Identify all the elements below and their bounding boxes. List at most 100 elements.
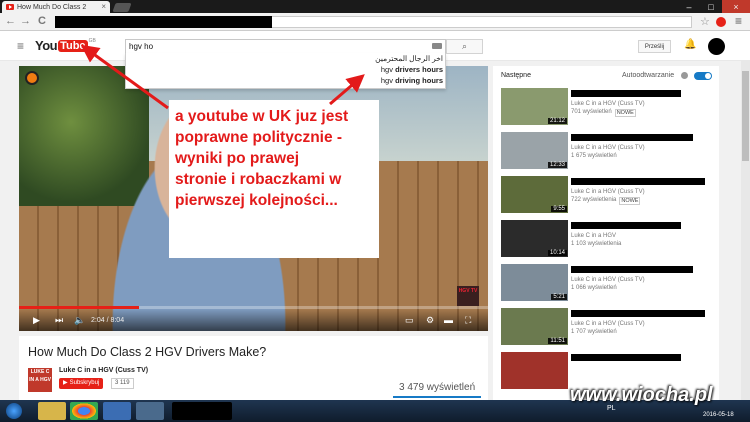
address-bar-redacted[interactable] (55, 16, 272, 28)
redacted-app-icon[interactable] (172, 402, 232, 420)
browser-toolbar: ← → C ☆ ≡ (0, 13, 750, 31)
video-author: Luke C in a HGV (Cuss TV) (571, 321, 645, 327)
video-thumbnail[interactable]: 10:14 (501, 220, 568, 257)
forward-arrow-icon[interactable]: → (20, 15, 31, 27)
logo-tube: Tube (58, 39, 88, 52)
video-meta: 1 707 wyświetleń (571, 329, 617, 335)
related-video-item[interactable]: 12:33 Luke C in a HGV (Cuss TV) 1 675 wyśw… (501, 132, 716, 169)
video-views: 1 066 wyświetleń (571, 285, 617, 291)
channel-name[interactable]: Luke C in a HGV (Cuss TV) (59, 367, 148, 374)
like-ratio-bar (393, 396, 481, 398)
video-thumbnail[interactable]: 21:12 (501, 88, 568, 125)
video-meta: 1 675 wyświetleń (571, 153, 617, 159)
logo-region: GB (88, 37, 96, 44)
related-sidebar: Następne Autoodtwarzanie 21:12 Luke C in … (493, 66, 719, 400)
redacted-title[interactable] (571, 134, 693, 141)
video-thumbnail[interactable]: 11:51 (501, 308, 568, 345)
maximize-icon[interactable]: □ (700, 0, 722, 13)
youtube-logo[interactable]: You Tube GB (35, 37, 96, 54)
annotation-line: poprawne politycznie - (175, 129, 343, 146)
settings-gear-icon[interactable]: ⚙ (426, 315, 434, 326)
autoplay-label: Autoodtwarzanie (622, 72, 675, 79)
start-button-icon[interactable] (6, 403, 22, 419)
next-icon[interactable]: ⏭ (55, 315, 63, 326)
scrollbar-thumb[interactable] (742, 71, 749, 161)
close-window-icon[interactable]: × (722, 0, 750, 13)
autoplay-toggle[interactable] (694, 72, 712, 80)
video-thumbnail[interactable] (501, 352, 568, 389)
subscribe-button[interactable]: ▶ Subskrybuj (59, 378, 104, 389)
play-icon[interactable]: ▶ (33, 315, 40, 326)
volume-icon[interactable]: 🔈 (74, 315, 85, 326)
redacted-title[interactable] (571, 266, 693, 273)
related-video-item[interactable] (501, 352, 716, 389)
screen: How Much Do Class 2 × – □ × ← → C ☆ ≡ ≡ … (0, 0, 750, 422)
redacted-title[interactable] (571, 354, 681, 361)
video-info: How Much Do Class 2 HGV Drivers Make? LU… (19, 336, 488, 400)
redacted-title[interactable] (571, 178, 705, 185)
related-video-item[interactable]: 11:51 Luke C in a HGV (Cuss TV) 1 707 wyśw… (501, 308, 716, 345)
duration-badge: 21:12 (547, 118, 567, 124)
up-next-label: Następne (501, 72, 531, 79)
suggestion-item[interactable]: اخر الرجال المحترمين (126, 53, 445, 64)
redacted-title[interactable] (571, 222, 681, 229)
video-thumbnail[interactable]: 9:55 (501, 176, 568, 213)
info-icon[interactable] (681, 72, 688, 79)
annotation-line: wyniki po prawej (175, 150, 300, 167)
avatar[interactable] (708, 38, 725, 55)
chrome-icon[interactable] (70, 402, 98, 420)
video-meta: 701 wyświetleń NOWE (571, 109, 636, 117)
notifications-bell-icon[interactable]: 🔔 (684, 39, 696, 50)
tab-close-icon[interactable]: × (101, 2, 106, 11)
player-controls: ▶ ⏭ 🔈 2:04 / 8:04 ▭ ⚙ ▬ ⛶ (19, 309, 488, 331)
file-explorer-icon[interactable] (38, 402, 66, 420)
app-icon[interactable] (103, 402, 131, 420)
video-views: 1 103 wyświetlenia (571, 241, 622, 247)
youtube-play-icon: ▶ (63, 380, 68, 386)
suggestion-item[interactable]: hgv driving hours (126, 75, 445, 86)
video-thumbnail[interactable]: 5:21 (501, 264, 568, 301)
duration-badge: 9:55 (551, 206, 567, 212)
logo-you: You (35, 38, 58, 53)
keyboard-icon[interactable] (432, 43, 442, 49)
bookmark-star-icon[interactable]: ☆ (700, 15, 710, 28)
search-icon: ⌕ (461, 41, 468, 51)
search-button[interactable]: ⌕ (446, 39, 483, 54)
browser-menu-icon[interactable]: ≡ (735, 14, 742, 28)
video-author: Luke C in a HGV (Cuss TV) (571, 277, 645, 283)
address-bar[interactable] (272, 16, 692, 28)
related-video-item[interactable]: 21:12 Luke C in a HGV (Cuss TV) 701 wyświe… (501, 88, 716, 125)
annotation-box: a youtube w UK juz jest poprawne politycz… (169, 100, 379, 258)
related-video-item[interactable]: 10:14 Luke C in a HGV 1 103 wyświetlenia (501, 220, 716, 257)
video-thumbnail[interactable]: 12:33 (501, 132, 568, 169)
time-display: 2:04 / 8:04 (91, 317, 125, 324)
subtitles-icon[interactable]: ▭ (405, 315, 414, 326)
chrome-active-icon[interactable] (136, 402, 164, 420)
reload-icon[interactable]: C (38, 15, 46, 27)
redacted-title[interactable] (571, 90, 681, 97)
video-meta: 1 066 wyświetleń (571, 285, 617, 291)
page-scrollbar[interactable] (741, 61, 750, 400)
upload-button[interactable]: Prześlij (638, 40, 671, 53)
search-input[interactable]: hgv ho (125, 39, 446, 54)
fullscreen-icon[interactable]: ⛶ (465, 315, 471, 326)
video-author: Luke C in a HGV (Cuss TV) (571, 101, 645, 107)
back-arrow-icon[interactable]: ← (5, 15, 16, 27)
suggestion-item[interactable]: hgv drivers hours (126, 64, 445, 75)
channel-avatar[interactable]: LUKE C IN A HGV (28, 368, 52, 392)
theater-mode-icon[interactable]: ▬ (444, 315, 453, 325)
related-video-item[interactable]: 9:55 Luke C in a HGV (Cuss TV) 722 wyświet… (501, 176, 716, 213)
new-tab-button[interactable] (112, 3, 132, 12)
related-video-item[interactable]: 5:21 Luke C in a HGV (Cuss TV) 1 066 wyświ… (501, 264, 716, 301)
redacted-title[interactable] (571, 310, 705, 317)
minimize-icon[interactable]: – (678, 0, 700, 13)
browser-tab[interactable]: How Much Do Class 2 × (2, 1, 110, 13)
guide-menu-icon[interactable]: ≡ (17, 39, 24, 53)
extension-icon[interactable] (716, 17, 726, 27)
clock-date: 2016-05-18 (703, 412, 734, 418)
window-controls: – □ × (678, 0, 750, 13)
video-meta: 1 103 wyświetlenia (571, 241, 621, 247)
duration-badge: 5:21 (551, 294, 567, 300)
site-watermark: www.wiocha.pl (570, 384, 713, 406)
video-views: 701 wyświetleń (571, 109, 612, 115)
